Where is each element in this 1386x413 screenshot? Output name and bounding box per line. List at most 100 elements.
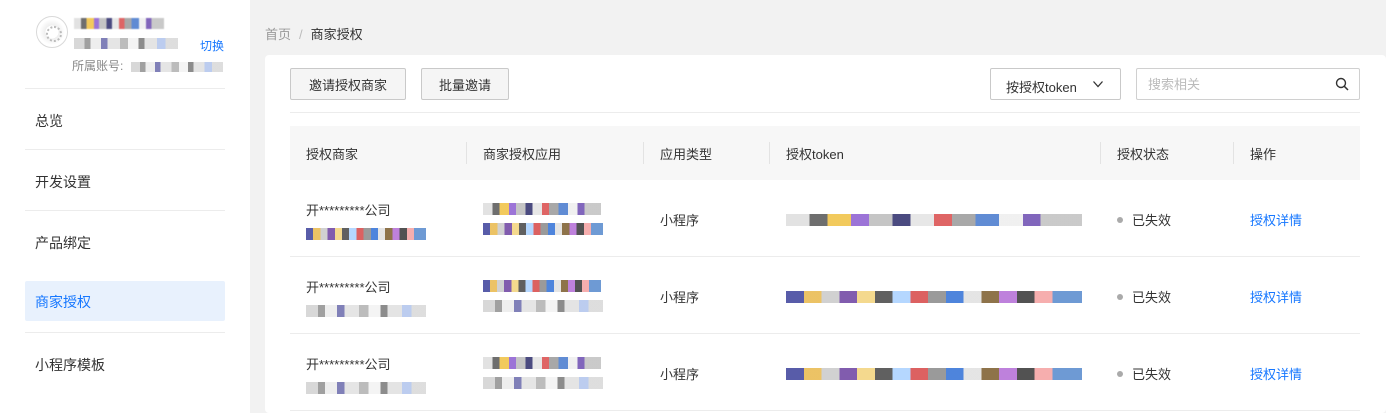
sidebar-item-product-binding[interactable]: 产品绑定 [25,210,225,271]
redacted-token [786,213,1082,226]
app-redacted-line [483,374,603,389]
avatar [36,16,68,48]
column-divider [643,142,644,164]
batch-invite-button[interactable]: 批量邀请 [421,68,509,100]
redacted-block [306,304,426,317]
breadcrumb-home[interactable]: 首页 [265,27,291,42]
status-text: 已失效 [1132,213,1172,228]
redacted-block [483,376,603,389]
status-dot [1117,370,1123,377]
token-cell [786,365,1082,380]
token-cell [786,288,1082,303]
redacted-name [74,18,164,30]
status-cell: 已失效 [1117,287,1171,306]
column-header-app: 商家授权应用 [483,147,562,162]
search-box [1136,68,1360,100]
app-cell [483,354,603,389]
app-type-cell: 小程序 [660,367,700,382]
status-cell: 已失效 [1117,210,1171,229]
column-divider [466,142,467,164]
sidebar-item-dev-settings[interactable]: 开发设置 [25,149,225,210]
auth-details-link[interactable]: 授权详情 [1250,364,1302,383]
sidebar-item-label: 产品绑定 [35,235,91,251]
table-header: 授权商家 商家授权应用 应用类型 授权token 授权状态 操作 [290,126,1360,180]
redacted-token [786,290,1082,303]
auth-details-link[interactable]: 授权详情 [1250,210,1302,229]
sidebar-item-miniprogram-template[interactable]: 小程序模板 [25,332,225,393]
app-redacted-line [483,277,603,292]
merchant-name: 开*********公司 [306,280,391,295]
sidebar-item-label: 总览 [35,113,63,129]
account-label: 所属账号: [72,59,124,73]
profile-id [74,36,178,50]
merchant-redacted [306,379,426,394]
breadcrumb-separator: / [299,27,303,42]
column-header-status: 授权状态 [1117,147,1170,162]
search-icon[interactable] [1335,77,1349,91]
app-redacted-line [483,354,603,369]
merchant-redacted [306,225,426,240]
app-cell [483,277,603,312]
redacted-block [483,202,601,215]
column-divider [769,142,770,164]
column-header-token: 授权token [786,147,844,162]
merchant-cell: 开*********公司 [306,354,426,394]
status-cell: 已失效 [1117,364,1171,383]
redacted-id [74,38,178,50]
switch-account-link[interactable]: 切换 [200,37,224,54]
redacted-block [483,222,603,235]
column-header-app-type: 应用类型 [660,147,713,162]
app-cell [483,200,603,235]
merchant-redacted [306,302,426,317]
table-row: 开*********公司 小程序 已失效 授权详情 [290,180,1360,257]
invite-merchant-button[interactable]: 邀请授权商家 [290,68,406,100]
sidebar-item-overview[interactable]: 总览 [25,88,225,149]
main-card: 邀请授权商家 批量邀请 按授权token 授权商家 商家授权应用 应用类型 授权… [265,55,1386,413]
app-type-cell: 小程序 [660,213,700,228]
redacted-token [786,367,1082,380]
redacted-block [483,279,601,292]
app-type-cell: 小程序 [660,290,700,305]
merchant-name: 开*********公司 [306,357,391,372]
breadcrumb-current: 商家授权 [310,27,363,42]
status-dot [1117,216,1123,223]
redacted-block [306,381,426,394]
auth-details-link[interactable]: 授权详情 [1250,287,1302,306]
app-redacted-line [483,200,603,215]
filter-select-value: 按授权token [1006,80,1077,95]
status-text: 已失效 [1132,367,1172,382]
sidebar-item-label: 小程序模板 [35,357,105,373]
merchant-cell: 开*********公司 [306,277,426,317]
app-redacted-line [483,297,603,312]
sidebar-item-label: 商家授权 [35,294,91,310]
app-redacted-line [483,220,603,235]
sidebar-menu: 总览 开发设置 产品绑定 商家授权 小程序模板 [25,88,225,393]
column-header-merchant: 授权商家 [306,147,359,162]
redacted-block [483,299,603,312]
column-divider [1100,142,1101,164]
merchant-name: 开*********公司 [306,203,391,218]
token-cell [786,211,1082,226]
status-text: 已失效 [1132,290,1172,305]
toolbar-divider [290,112,1360,113]
account-row: 所属账号: [72,57,223,74]
authorization-table: 授权商家 商家授权应用 应用类型 授权token 授权状态 操作 开******… [290,126,1360,411]
filter-select[interactable]: 按授权token [990,68,1121,100]
sidebar: 切换 所属账号: 总览 开发设置 产品绑定 商家授权 小程序模板 [0,0,250,413]
column-header-action: 操作 [1250,147,1277,162]
sidebar-item-merchant-auth[interactable]: 商家授权 [25,271,225,332]
redacted-block [306,227,426,240]
merchant-cell: 开*********公司 [306,200,426,240]
redacted-block [483,356,601,369]
sidebar-item-label: 开发设置 [35,174,91,190]
search-input[interactable] [1137,69,1327,99]
table-row: 开*********公司 小程序 已失效 授权详情 [290,257,1360,334]
chevron-down-icon [1093,81,1103,88]
profile-name [74,16,164,30]
profile-card: 切换 所属账号: [34,12,224,78]
redacted-account [130,61,223,72]
column-divider [1233,142,1234,164]
breadcrumb: 首页 / 商家授权 [265,24,363,43]
status-dot [1117,293,1123,300]
table-row: 开*********公司 小程序 已失效 授权详情 [290,334,1360,411]
